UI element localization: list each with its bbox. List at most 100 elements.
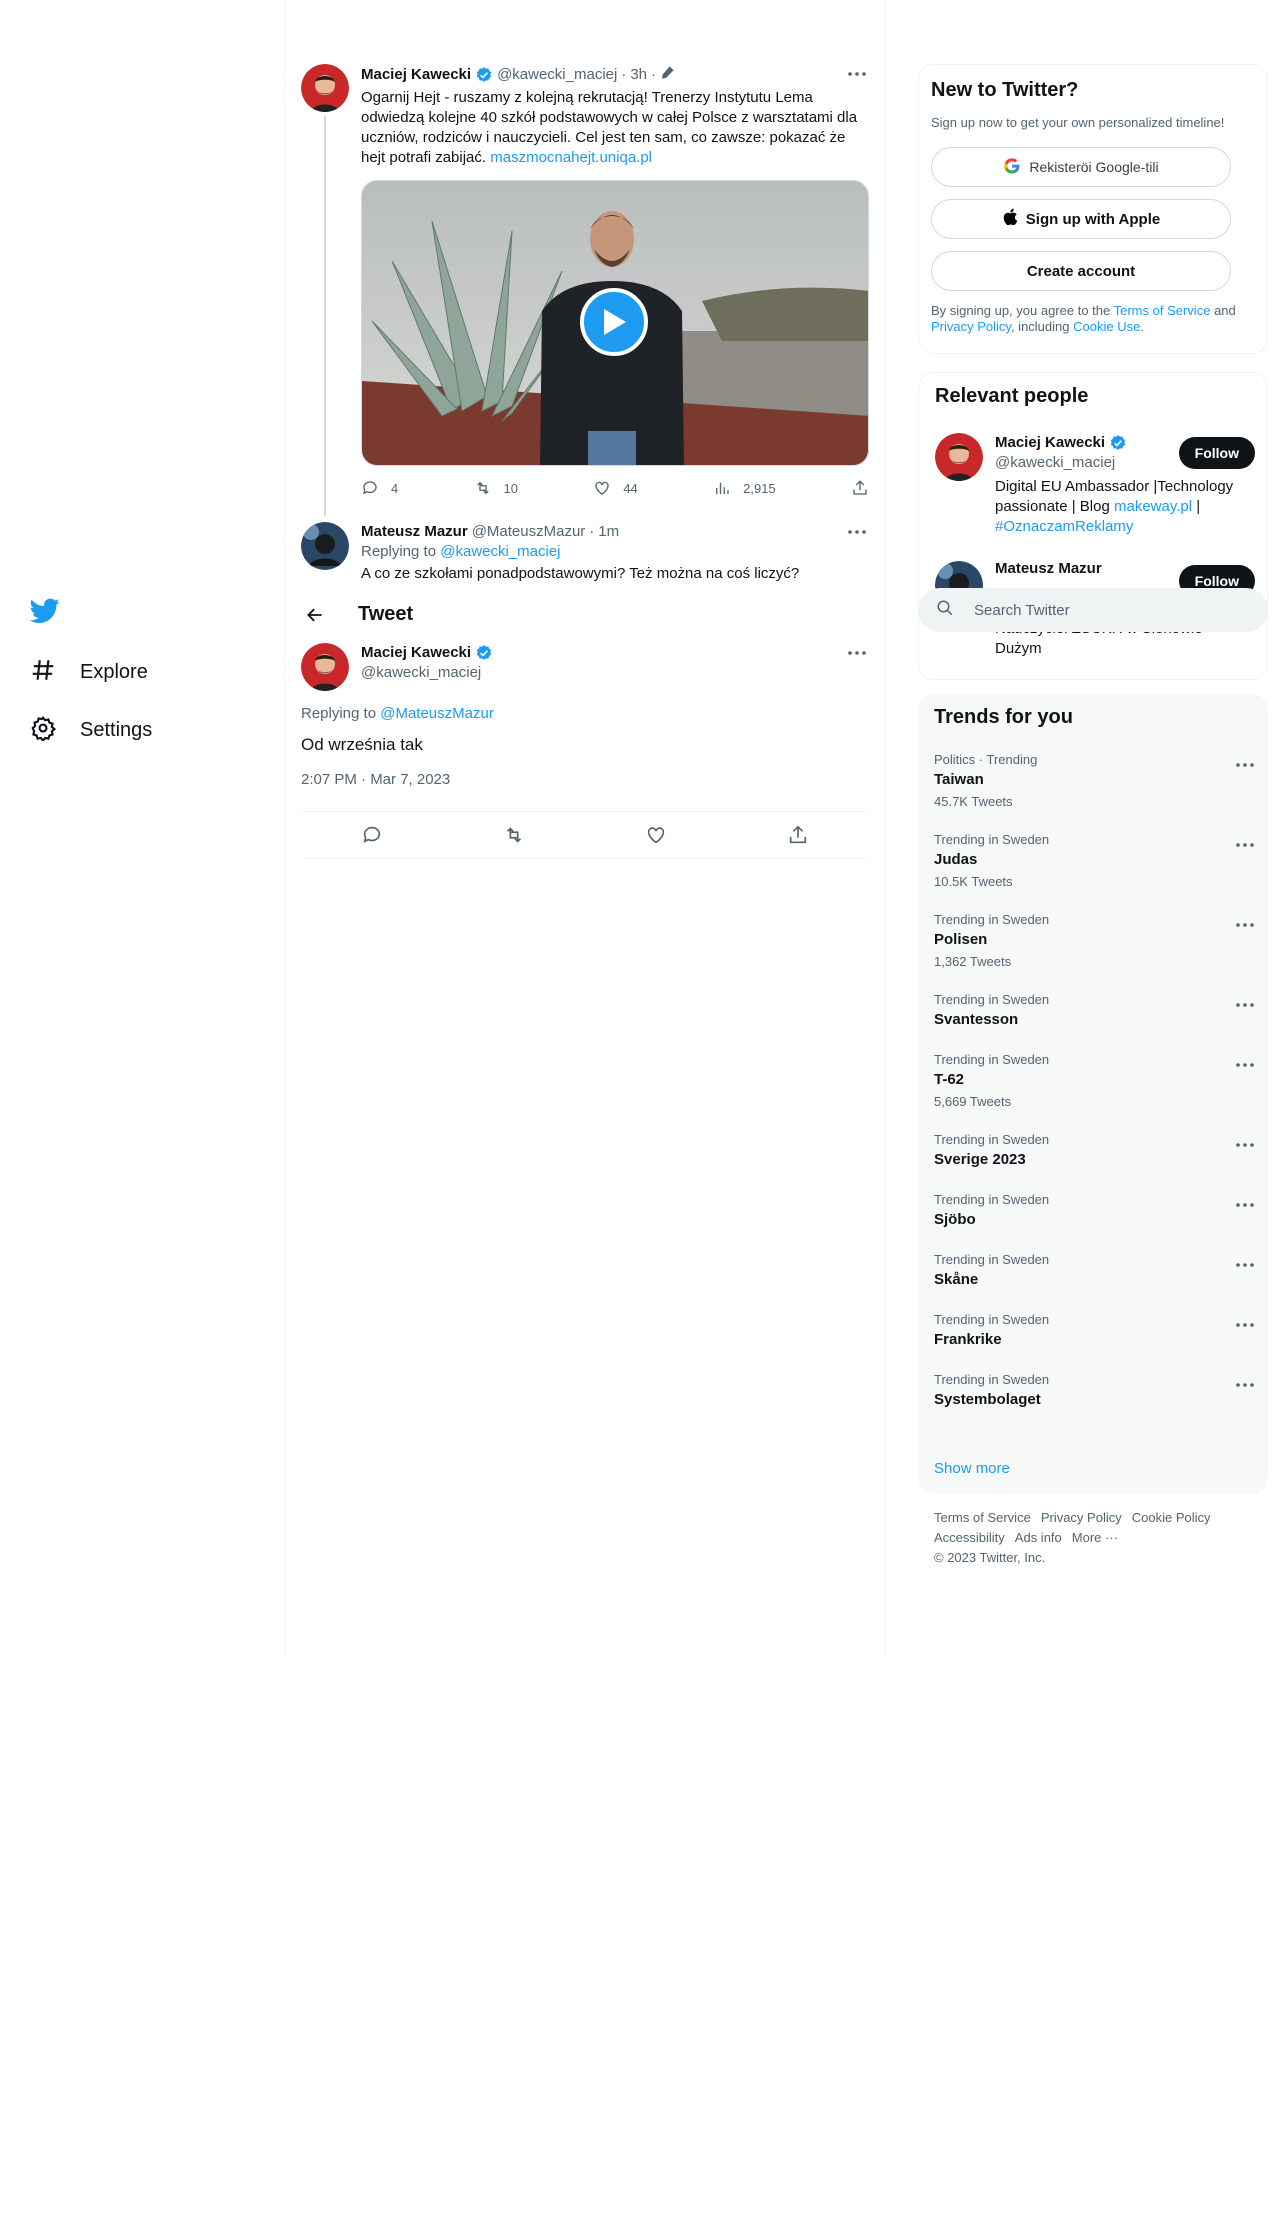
footer-link[interactable]: Privacy Policy xyxy=(1041,1508,1122,1528)
author-handle[interactable]: @kawecki_maciej xyxy=(497,65,617,85)
retweet-icon xyxy=(506,827,522,843)
more-options-icon[interactable] xyxy=(1236,1314,1254,1332)
tweet-link[interactable]: maszmocnahejt.uniqa.pl xyxy=(490,149,652,166)
footer-link[interactable]: Ads info xyxy=(1015,1528,1062,1548)
like-button[interactable]: 44 xyxy=(593,478,638,498)
avatar[interactable] xyxy=(935,433,983,481)
trend-name: T-62 xyxy=(934,1071,965,1088)
show-more-link[interactable]: Show more xyxy=(934,1460,1010,1477)
author-name[interactable]: Mateusz Mazur xyxy=(361,522,468,542)
trend-item[interactable]: Trending in Sweden Sverige 2023 xyxy=(918,1132,1268,1170)
apple-signup-button[interactable]: Sign up with Apple xyxy=(931,199,1231,239)
views-chart-icon xyxy=(716,482,729,494)
tweet-header: Mateusz Mazur @MateuszMazur · 1m xyxy=(361,522,869,542)
original-tweet[interactable]: Maciej Kawecki @kawecki_maciej · 3h · Og… xyxy=(301,64,869,516)
trend-item[interactable]: Trending in Sweden Svantesson xyxy=(918,992,1268,1030)
author-name[interactable]: Maciej Kawecki xyxy=(361,643,471,663)
person-name[interactable]: Maciej Kawecki xyxy=(995,433,1105,453)
footer-link[interactable]: Cookie Policy xyxy=(1132,1508,1211,1528)
trend-item[interactable]: Politics · Trending Taiwan 45.7K Tweets xyxy=(918,752,1268,810)
reply-button[interactable]: 4 xyxy=(361,478,398,498)
retweet-icon xyxy=(476,481,489,495)
terms-of-service-link[interactable]: Terms of Service xyxy=(1114,303,1211,318)
tweet-time[interactable]: 1m xyxy=(598,522,619,542)
trend-item[interactable]: Trending in Sweden Sjöbo xyxy=(918,1192,1268,1230)
trend-item[interactable]: Trending in Sweden Polisen 1,362 Tweets xyxy=(918,912,1268,970)
trend-tweet-count: 5,669 Tweets xyxy=(934,1094,1012,1109)
tweet-timestamp[interactable]: 2:07 PM · Mar 7, 2023 xyxy=(301,771,450,788)
avatar[interactable] xyxy=(301,522,349,570)
tweet-text: Od września tak xyxy=(301,735,423,754)
tweet-header: Maciej Kawecki @kawecki_maciej · 3h · xyxy=(361,64,869,86)
person-name[interactable]: Mateusz Mazur xyxy=(995,559,1102,579)
tweet-time[interactable]: 3h xyxy=(630,65,647,85)
replying-to: Replying to @kawecki_maciej xyxy=(361,542,869,562)
trend-context: Trending in Sweden xyxy=(934,1312,1050,1327)
more-options-icon[interactable] xyxy=(1236,1054,1254,1072)
more-options-icon[interactable] xyxy=(845,643,869,663)
reply-icon xyxy=(362,481,377,495)
views-button[interactable]: 2,915 xyxy=(713,478,776,498)
verified-badge-icon xyxy=(475,66,493,84)
share-icon xyxy=(789,825,807,844)
like-button[interactable] xyxy=(645,824,667,846)
more-options-icon[interactable] xyxy=(1236,1374,1254,1392)
trend-item[interactable]: Trending in Sweden Systembolaget xyxy=(918,1372,1268,1410)
trend-name: Taiwan xyxy=(934,771,984,788)
more-options-icon[interactable] xyxy=(1236,1254,1254,1272)
trend-item[interactable]: Trending in Sweden Frankrike xyxy=(918,1312,1268,1350)
bio-separator: | xyxy=(1196,498,1201,515)
more-options-icon[interactable] xyxy=(1236,834,1254,852)
terms-including: , including xyxy=(1010,319,1070,334)
nav-explore[interactable]: Explore xyxy=(18,647,160,697)
search-box[interactable] xyxy=(918,588,1268,632)
privacy-policy-link[interactable]: Privacy Policy xyxy=(931,319,1011,334)
cookie-use-link[interactable]: Cookie Use. xyxy=(1073,319,1144,334)
more-options-icon[interactable] xyxy=(1236,754,1254,772)
more-options-icon[interactable] xyxy=(1236,914,1254,932)
trend-name: Frankrike xyxy=(934,1331,1002,1348)
trend-item[interactable]: Trending in Sweden Skåne xyxy=(918,1252,1268,1290)
search-input[interactable] xyxy=(974,601,1234,619)
bio-hashtag[interactable]: #OznaczamReklamy xyxy=(995,518,1133,535)
author-handle[interactable]: @kawecki_maciej xyxy=(361,663,869,683)
share-button[interactable] xyxy=(787,824,809,846)
more-options-icon[interactable] xyxy=(845,64,869,84)
create-account-button[interactable]: Create account xyxy=(931,251,1231,291)
relevant-person[interactable]: Maciej Kawecki @kawecki_maciej Digital E… xyxy=(935,433,1255,543)
google-signup-button[interactable]: Rekisteröi Google-tili xyxy=(931,147,1231,187)
back-button[interactable] xyxy=(297,597,333,633)
trend-tweet-count: 10.5K Tweets xyxy=(934,874,1013,889)
avatar[interactable] xyxy=(301,643,349,691)
video-thumbnail[interactable] xyxy=(361,180,869,466)
replying-to-handle[interactable]: @MateuszMazur xyxy=(380,705,494,722)
more-options-icon[interactable] xyxy=(1236,994,1254,1012)
author-handle[interactable]: @MateuszMazur xyxy=(472,522,586,542)
avatar[interactable] xyxy=(301,64,349,112)
twitter-home-link[interactable] xyxy=(18,587,72,637)
trend-item[interactable]: Trending in Sweden Judas 10.5K Tweets xyxy=(918,832,1268,890)
play-button[interactable] xyxy=(580,288,648,356)
footer-link[interactable]: Terms of Service xyxy=(934,1508,1031,1528)
tweet-body: Maciej Kawecki @kawecki_maciej · 3h · Og… xyxy=(361,64,869,168)
retweet-button[interactable]: 10 xyxy=(474,478,518,498)
more-options-icon[interactable] xyxy=(845,522,869,542)
focused-tweet-actions xyxy=(301,811,869,859)
more-options-icon[interactable] xyxy=(1236,1134,1254,1152)
hashtag-icon xyxy=(30,657,56,688)
reply-tweet[interactable]: Mateusz Mazur @MateuszMazur · 1m Replyin… xyxy=(301,522,869,592)
footer-link[interactable]: More ··· xyxy=(1072,1528,1118,1548)
author-name[interactable]: Maciej Kawecki xyxy=(361,65,471,85)
nav-settings[interactable]: Settings xyxy=(18,705,164,755)
reply-button[interactable] xyxy=(361,824,383,846)
verified-badge-icon xyxy=(475,644,493,662)
follow-button[interactable]: Follow xyxy=(1178,437,1255,469)
replying-to-handle[interactable]: @kawecki_maciej xyxy=(440,543,560,560)
edited-pencil-icon[interactable] xyxy=(660,64,676,86)
footer-link[interactable]: Accessibility xyxy=(934,1528,1005,1548)
more-options-icon[interactable] xyxy=(1236,1194,1254,1212)
trend-item[interactable]: Trending in Sweden T-62 5,669 Tweets xyxy=(918,1052,1268,1110)
share-button[interactable] xyxy=(851,478,869,498)
retweet-button[interactable] xyxy=(503,824,525,846)
bio-link[interactable]: makeway.pl xyxy=(1114,498,1192,515)
